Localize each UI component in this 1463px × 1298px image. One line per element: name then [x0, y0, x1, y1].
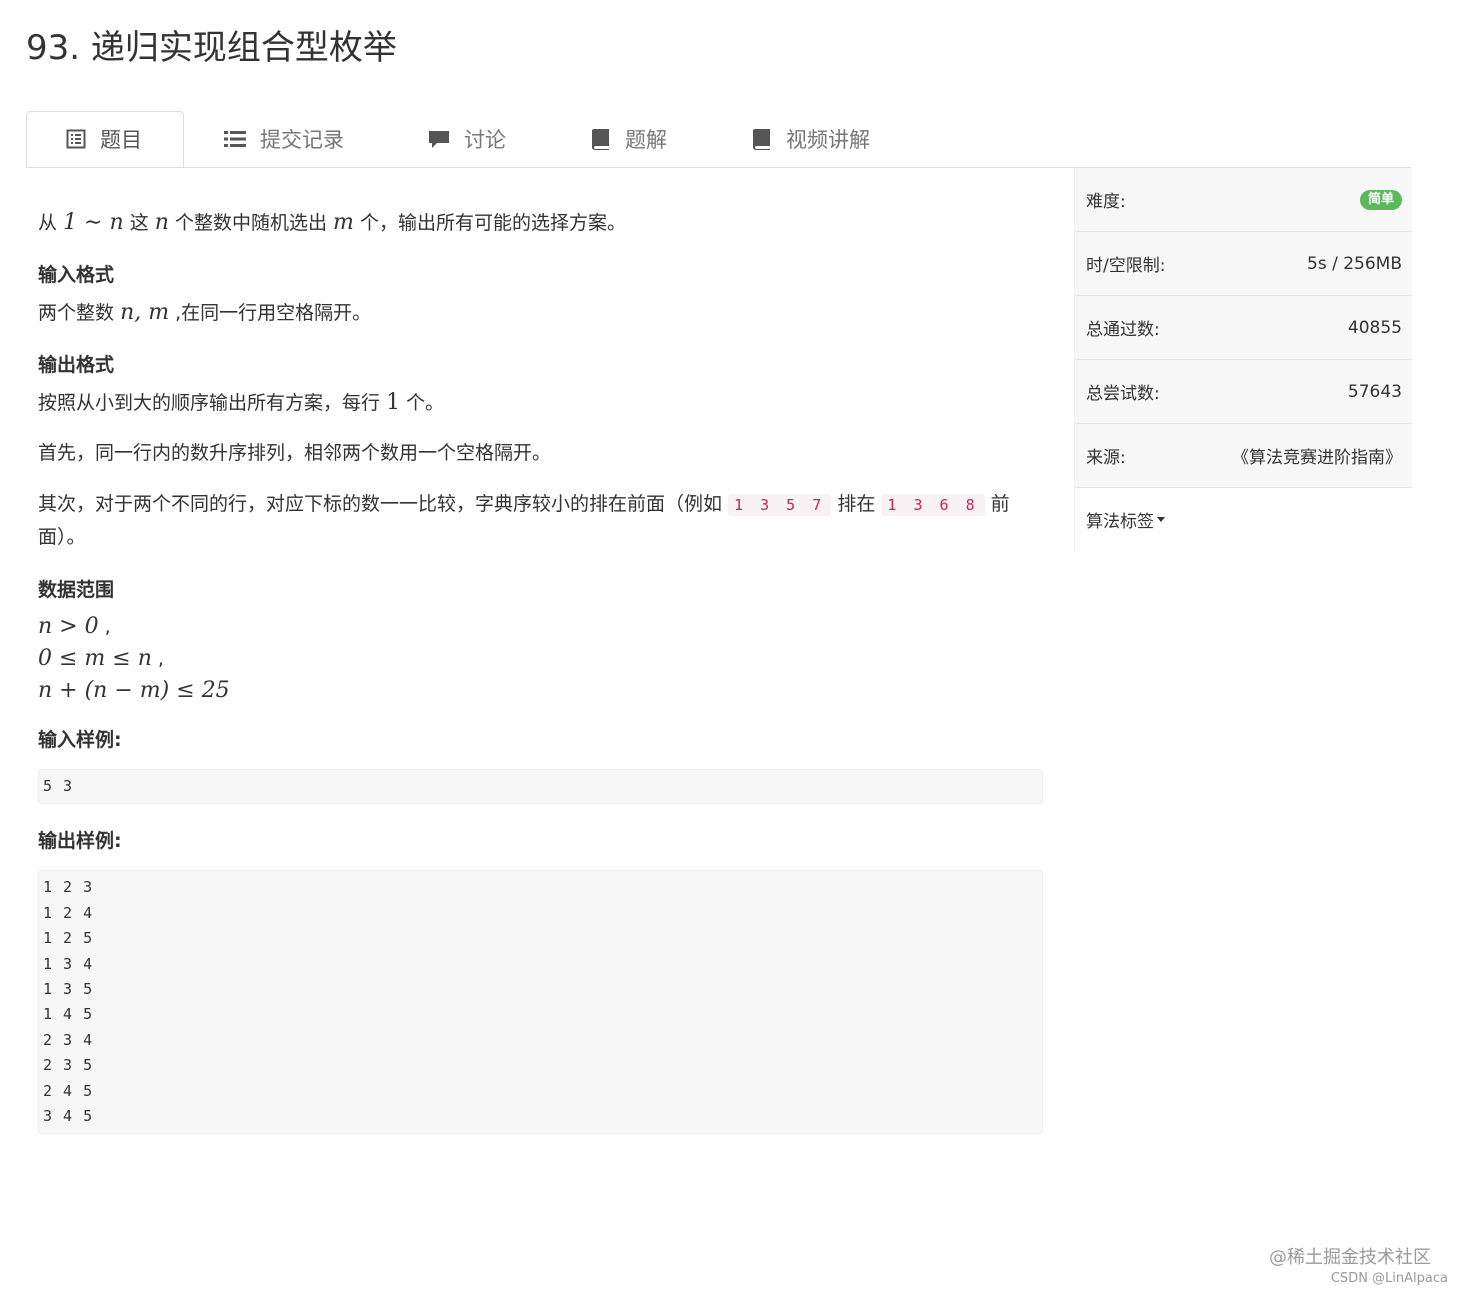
output-text-2: 个。	[406, 392, 445, 414]
algorithm-tags-toggle[interactable]: 算法标签	[1075, 488, 1412, 551]
tab-problem[interactable]: 题目	[26, 111, 184, 167]
sample-output-block[interactable]: 1 2 3 1 2 4 1 2 5 1 3 4 1 3 5 1 4 5 2 3 …	[38, 870, 1043, 1135]
tab-bar: 题目 提交记录 讨论 题解 视频讲解	[26, 111, 1411, 168]
tab-video[interactable]: 视频讲解	[752, 111, 870, 167]
source-value: 《算法竞赛进阶指南》	[1232, 448, 1402, 468]
math-one: 1	[386, 390, 401, 415]
inline-code-1368: 1 3 6 8	[881, 494, 985, 516]
intro-text-4: 个，输出所有可能的选择方案。	[359, 212, 626, 234]
intro-text-3: 个整数中随机选出	[174, 212, 327, 234]
passed-value: 40855	[1347, 317, 1402, 338]
input-text-2: ,在同一行用空格隔开。	[175, 302, 372, 324]
output-format-heading: 输出格式	[38, 354, 115, 376]
watermark-small: CSDN @LinAlpaca	[1330, 1271, 1448, 1286]
inline-code-1357: 1 3 5 7	[728, 494, 832, 516]
math-range: 1 ∼ n	[63, 210, 124, 235]
sample-output-heading: 输出样例:	[38, 830, 122, 853]
math-nm: n, m	[120, 300, 170, 325]
list-icon	[224, 129, 246, 149]
input-format-heading: 输入格式	[38, 264, 115, 286]
problem-intro: 从 1 ∼ n 这 n 个整数中随机选出 m 个，输出所有可能的选择方案。	[38, 208, 1043, 238]
tab-video-label: 视频讲解	[786, 128, 870, 152]
range-math: 0 ≤ m ≤ n	[38, 646, 152, 671]
limit-value: 5s / 256MB	[1307, 253, 1402, 274]
tab-submissions[interactable]: 提交记录	[224, 111, 344, 167]
output-format-text: 按照从小到大的顺序输出所有方案，每行 1 个。	[38, 388, 1043, 418]
difficulty-badge: 简单	[1359, 189, 1402, 210]
algorithm-tags-label: 算法标签	[1086, 512, 1154, 532]
range-suffix: ,	[98, 616, 111, 638]
range-math: n > 0	[38, 614, 99, 639]
range-item: n > 0 ,	[38, 611, 1043, 643]
difficulty-label: 难度:	[1086, 192, 1126, 212]
watermark: @稀土掘金技术社区	[1269, 1247, 1431, 1268]
intro-text-2: 这	[129, 212, 149, 234]
tab-problem-label: 题目	[100, 128, 142, 152]
range-suffix: ,	[151, 648, 164, 670]
limit-row: 时/空限制: 5s / 256MB	[1075, 232, 1412, 296]
attempts-value: 57643	[1347, 381, 1402, 402]
book-icon	[591, 128, 611, 150]
source-label: 来源:	[1086, 448, 1126, 468]
rule-second: 其次，对于两个不同的行，对应下标的数一一比较，字典序较小的排在前面（例如 1 3…	[38, 488, 1043, 553]
output-text-1: 按照从小到大的顺序输出所有方案，每行	[38, 392, 381, 414]
math-n: n	[154, 210, 169, 235]
attempts-label: 总尝试数:	[1086, 384, 1160, 404]
limit-label: 时/空限制:	[1086, 256, 1166, 276]
sample-input-heading: 输入样例:	[38, 729, 122, 751]
tab-discussion-label: 讨论	[464, 128, 506, 152]
second-text-1: 其次，对于两个不同的行，对应下标的数一一比较，字典序较小的排在前面（例如	[38, 493, 723, 515]
difficulty-row: 难度: 简单	[1075, 168, 1412, 232]
tab-discussion[interactable]: 讨论	[428, 111, 506, 167]
tab-submissions-label: 提交记录	[260, 128, 344, 152]
range-item: 0 ≤ m ≤ n ,	[38, 643, 1043, 675]
book-icon	[752, 128, 772, 150]
input-format-text: 两个整数 n, m ,在同一行用空格隔开。	[38, 298, 1043, 328]
range-item: n + (n − m) ≤ 25	[38, 675, 1043, 707]
tab-solutions[interactable]: 题解	[591, 111, 667, 167]
passed-label: 总通过数:	[1086, 320, 1160, 340]
caret-down-icon	[1157, 517, 1165, 522]
comment-icon	[428, 129, 450, 149]
input-text-1: 两个整数	[38, 302, 115, 324]
math-m: m	[333, 210, 354, 235]
list-alt-icon	[66, 129, 86, 149]
intro-text-1: 从	[38, 212, 58, 234]
passed-row: 总通过数: 40855	[1075, 296, 1412, 360]
attempts-row: 总尝试数: 57643	[1075, 360, 1412, 424]
sample-input-block[interactable]: 5 3	[38, 769, 1043, 805]
problem-content: 从 1 ∼ n 这 n 个整数中随机选出 m 个，输出所有可能的选择方案。 输入…	[38, 196, 1043, 1135]
page-title: 93. 递归实现组合型枚举	[26, 28, 397, 68]
source-row: 来源: 《算法竞赛进阶指南》	[1075, 424, 1412, 488]
range-math: n + (n − m) ≤ 25	[38, 678, 230, 703]
data-range-list: n > 0 , 0 ≤ m ≤ n , n + (n − m) ≤ 25	[38, 611, 1043, 707]
problem-info-sidebar: 难度: 简单 时/空限制: 5s / 256MB 总通过数: 40855 总尝试…	[1074, 168, 1412, 551]
rule-first: 首先，同一行内的数升序排列，相邻两个数用一个空格隔开。	[38, 442, 552, 464]
data-range-heading: 数据范围	[38, 579, 115, 601]
tab-solutions-label: 题解	[625, 128, 667, 152]
second-text-2: 排在	[837, 493, 876, 515]
